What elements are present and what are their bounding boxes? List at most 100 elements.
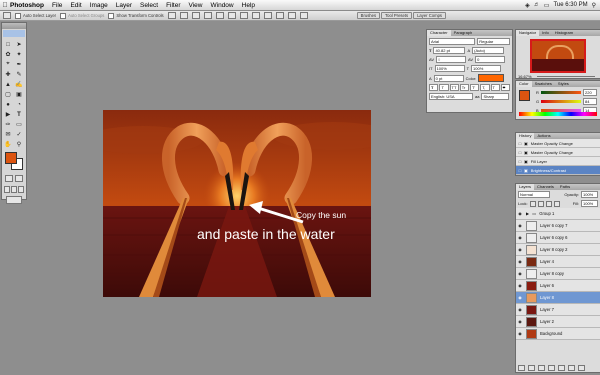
lasso-tool-icon[interactable]: ✿ xyxy=(3,50,13,59)
horizontal-scale-field[interactable]: 100% xyxy=(471,65,502,72)
blur-tool-icon[interactable]: ● xyxy=(3,100,13,109)
visibility-eye-icon[interactable]: ◉ xyxy=(516,283,524,288)
layer-row[interactable]: ◉ Layer 2 xyxy=(516,316,600,328)
align-top-icon[interactable] xyxy=(167,12,176,19)
visibility-eye-icon[interactable]: ◉ xyxy=(516,307,524,312)
document-canvas[interactable]: Copy the sun and paste in the water xyxy=(103,110,371,297)
blend-mode-select[interactable]: Normal xyxy=(518,191,550,198)
navigator-zoom-slider[interactable] xyxy=(536,76,595,77)
channel-g-value[interactable]: 84 xyxy=(583,98,597,105)
lock-all-icon[interactable] xyxy=(553,200,560,207)
all-caps-button[interactable]: TT xyxy=(449,84,459,91)
menu-window[interactable]: Window xyxy=(211,2,234,9)
color-spectrum-bar[interactable] xyxy=(519,112,597,116)
history-brush-source-icon[interactable]: □ xyxy=(516,168,524,173)
kerning-field[interactable]: 0 xyxy=(436,56,467,63)
layer-mask-icon[interactable] xyxy=(538,365,545,371)
opacity-field[interactable]: 100% xyxy=(581,191,598,198)
font-size-field[interactable]: 40.82 pt xyxy=(433,47,466,54)
tab-actions[interactable]: Actions xyxy=(534,133,553,139)
history-brush-icon[interactable]: ✍ xyxy=(14,80,24,89)
screen-mode-full-icon[interactable] xyxy=(18,186,24,193)
menu-view[interactable]: View xyxy=(189,2,203,9)
adjustment-layer-icon[interactable] xyxy=(548,365,555,371)
superscript-button[interactable]: T' xyxy=(470,84,480,91)
layer-row[interactable]: ◉ Layer 6 copy 7 xyxy=(516,220,600,232)
visibility-eye-icon[interactable]: ◉ xyxy=(516,211,524,216)
layer-style-icon[interactable] xyxy=(528,365,535,371)
tab-histogram[interactable]: Histogram xyxy=(552,30,576,36)
history-state[interactable]: □ ▣ Fill Layer xyxy=(516,157,600,166)
lock-position-icon[interactable] xyxy=(545,200,552,207)
stamp-tool-icon[interactable]: ▲ xyxy=(3,80,13,89)
trash-icon[interactable] xyxy=(578,365,585,371)
layer-row[interactable]: ◉ Background xyxy=(516,328,600,340)
menu-layer[interactable]: Layer xyxy=(116,2,132,9)
move-tool-preset-icon[interactable] xyxy=(3,12,11,19)
hand-tool-icon[interactable]: ✋ xyxy=(3,140,13,149)
menu-clock[interactable]: Tue 6:30 PM xyxy=(553,2,587,8)
shape-tool-icon[interactable]: ▭ xyxy=(14,120,24,129)
gradient-tool-icon[interactable]: ▣ xyxy=(14,90,24,99)
history-state[interactable]: □ ▣ Master Opacity Change xyxy=(516,148,600,157)
distribute-center-icon[interactable] xyxy=(287,12,296,19)
visibility-eye-icon[interactable]: ◉ xyxy=(516,295,524,300)
faux-italic-button[interactable]: T xyxy=(439,84,449,91)
distribute-left-icon[interactable] xyxy=(275,12,284,19)
layer-row[interactable]: ◉ Layer 6 copy 6 xyxy=(516,232,600,244)
visibility-eye-icon[interactable]: ◉ xyxy=(516,319,524,324)
channel-r-value[interactable]: 220 xyxy=(583,89,597,96)
fill-field[interactable]: 100% xyxy=(581,200,598,207)
tab-layers[interactable]: Layers xyxy=(516,184,535,190)
auto-select-layer-checkbox[interactable]: Auto Select Layer xyxy=(15,12,56,19)
strikethrough-button[interactable]: T xyxy=(500,84,510,91)
notes-tool-icon[interactable]: ✉ xyxy=(3,130,13,139)
tab-navigator[interactable]: Navigator xyxy=(516,30,540,36)
visibility-eye-icon[interactable]: ◉ xyxy=(516,247,524,252)
history-brush-source-icon[interactable]: □ xyxy=(516,150,524,155)
visibility-eye-icon[interactable]: ◉ xyxy=(516,223,524,228)
zoom-tool-icon[interactable]: ⚲ xyxy=(14,140,24,149)
link-layers-icon[interactable] xyxy=(518,365,525,371)
apple-menu-icon[interactable]:  xyxy=(0,2,10,9)
screen-mode-standard-icon[interactable] xyxy=(4,186,10,193)
align-left-icon[interactable] xyxy=(203,12,212,19)
toolbox-titlebar[interactable] xyxy=(2,23,26,29)
layer-row[interactable]: ◉ Layer 4 xyxy=(516,256,600,268)
lock-pixels-icon[interactable] xyxy=(537,200,544,207)
align-bottom-icon[interactable] xyxy=(191,12,200,19)
spotlight-icon[interactable]: ⚲ xyxy=(592,2,596,9)
faux-bold-button[interactable]: T xyxy=(429,84,439,91)
distribute-right-icon[interactable] xyxy=(299,12,308,19)
layer-row[interactable]: ◉ Layer 8 xyxy=(516,292,600,304)
lock-transparency-icon[interactable] xyxy=(529,200,536,207)
menu-filter[interactable]: Filter xyxy=(166,2,180,9)
leading-field[interactable]: (Auto) xyxy=(472,47,505,54)
show-transform-checkbox[interactable]: Show Transform Controls xyxy=(108,12,164,19)
menu-image[interactable]: Image xyxy=(90,2,108,9)
wifi-icon[interactable]: ◈ xyxy=(525,2,530,9)
foreground-color-swatch[interactable] xyxy=(5,152,17,164)
brush-tool-icon[interactable]: ✎ xyxy=(14,70,24,79)
dodge-tool-icon[interactable]: ◔ xyxy=(14,100,24,109)
well-brushes[interactable]: Brushes xyxy=(356,12,381,19)
new-layer-icon[interactable] xyxy=(568,365,575,371)
language-select[interactable]: English: USA xyxy=(429,93,473,100)
distribute-bottom-icon[interactable] xyxy=(263,12,272,19)
font-style-field[interactable]: Regular xyxy=(477,38,510,45)
path-select-tool-icon[interactable]: ▶ xyxy=(3,110,13,119)
volume-icon[interactable]: ♬ xyxy=(534,2,540,8)
vertical-scale-field[interactable]: 100% xyxy=(434,65,465,72)
align-center-icon[interactable] xyxy=(215,12,224,19)
visibility-eye-icon[interactable]: ◉ xyxy=(516,259,524,264)
antialias-select[interactable]: Sharp xyxy=(481,93,510,100)
history-brush-source-icon[interactable]: □ xyxy=(516,159,524,164)
layer-row[interactable]: ◉ Layer 8 copy xyxy=(516,268,600,280)
well-tool-presets[interactable]: Tool Presets xyxy=(381,12,413,19)
color-panel-fg-swatch[interactable] xyxy=(519,90,530,101)
move-tool-icon[interactable]: ➤ xyxy=(14,40,24,49)
imageready-jump-icon[interactable] xyxy=(6,196,22,204)
tab-channels[interactable]: Channels xyxy=(534,184,557,190)
align-middle-icon[interactable] xyxy=(179,12,188,19)
visibility-eye-icon[interactable]: ◉ xyxy=(516,271,524,276)
